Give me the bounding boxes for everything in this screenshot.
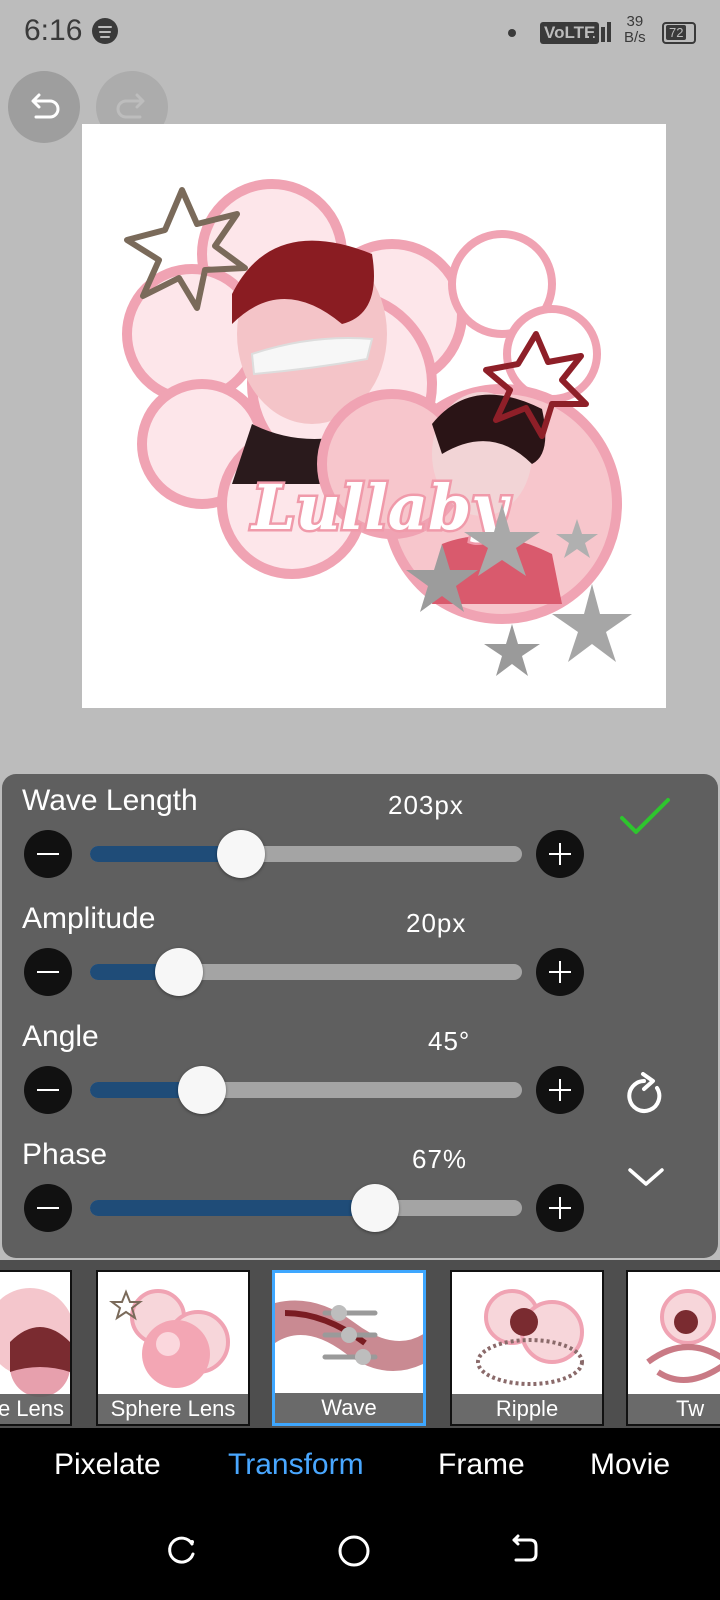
notification-dot-icon	[508, 29, 516, 37]
angle-slider-track[interactable]	[90, 1082, 522, 1098]
effect-thumbnails-strip[interactable]: e Lens Sphere Lens Wave Ripple Tw	[0, 1260, 720, 1428]
network-speed-value: 39	[626, 13, 644, 30]
clock: 6:16	[24, 14, 83, 47]
network-speed: 39 B/s	[624, 14, 646, 46]
effect-twirl[interactable]: Tw	[626, 1270, 720, 1426]
angle-decrease-button[interactable]	[24, 1066, 72, 1114]
tab-transform[interactable]: Transform	[228, 1448, 364, 1482]
amplitude-value: 20px	[406, 908, 467, 938]
spotify-icon	[92, 18, 118, 44]
twirl-label: Tw	[628, 1394, 720, 1424]
status-bar: 6:16 VoLTE 39 B/s 72	[0, 0, 720, 64]
wave-label: Wave	[275, 1393, 423, 1423]
collapse-panel-button[interactable]	[626, 1164, 666, 1190]
image-canvas[interactable]: Lullaby	[82, 124, 666, 708]
undo-button[interactable]	[8, 71, 80, 143]
phase-slider-track[interactable]	[90, 1200, 522, 1216]
chevron-down-icon	[628, 1168, 664, 1186]
angle-slider-thumb[interactable]	[178, 1066, 227, 1114]
redo-icon	[116, 93, 145, 119]
angle-increase-button[interactable]	[536, 1066, 584, 1114]
effect-ripple[interactable]: Ripple	[450, 1270, 604, 1426]
battery-level: 72	[666, 25, 687, 40]
wave-length-slider-thumb[interactable]	[217, 830, 266, 878]
back-icon[interactable]	[508, 1534, 540, 1566]
effect-wave[interactable]: Wave	[272, 1270, 426, 1426]
refresh-icon	[627, 1072, 662, 1113]
ripple-label: Ripple	[452, 1394, 602, 1424]
wave-settings-panel: Wave Length 203px Amplitude 20px Angle 4…	[2, 774, 718, 1258]
system-navigation-bar	[0, 1508, 720, 1600]
wave-length-decrease-button[interactable]	[24, 830, 72, 878]
angle-value: 45°	[428, 1026, 471, 1056]
phase-slider-thumb[interactable]	[351, 1184, 400, 1232]
network-speed-unit: B/s	[624, 29, 646, 46]
recent-apps-icon[interactable]	[166, 1534, 198, 1566]
amplitude-decrease-button[interactable]	[24, 948, 72, 996]
reset-button[interactable]	[624, 1072, 668, 1118]
phase-value: 67%	[412, 1144, 468, 1174]
phase-decrease-button[interactable]	[24, 1184, 72, 1232]
effect-sphere-lens[interactable]: Sphere Lens	[96, 1270, 250, 1426]
amplitude-slider-thumb[interactable]	[154, 948, 203, 996]
undo-icon	[31, 93, 60, 119]
effect-lens-label: e Lens	[0, 1394, 70, 1424]
phase-slider-fill	[90, 1200, 376, 1216]
home-icon[interactable]	[337, 1534, 371, 1568]
effect-lens[interactable]: e Lens	[0, 1270, 72, 1426]
amplitude-label: Amplitude	[22, 902, 156, 935]
wave-length-label: Wave Length	[22, 784, 198, 817]
category-tabs: Pixelate Transform Frame Movie	[0, 1428, 720, 1508]
signal-icon	[589, 20, 615, 42]
artwork-image: Lullaby	[122, 179, 632, 676]
wave-length-value: 203px	[388, 790, 464, 820]
angle-label: Angle	[22, 1020, 99, 1053]
wave-length-increase-button[interactable]	[536, 830, 584, 878]
tab-movie[interactable]: Movie	[590, 1448, 670, 1482]
amplitude-increase-button[interactable]	[536, 948, 584, 996]
tab-frame[interactable]: Frame	[438, 1448, 525, 1482]
battery-icon: 72	[662, 22, 696, 44]
phase-label: Phase	[22, 1138, 108, 1171]
sphere-lens-label: Sphere Lens	[98, 1394, 248, 1424]
tab-pixelate[interactable]: Pixelate	[54, 1448, 161, 1482]
apply-button[interactable]	[618, 794, 672, 838]
wave-length-slider-track[interactable]	[90, 846, 522, 862]
check-icon	[620, 798, 670, 834]
phase-increase-button[interactable]	[536, 1184, 584, 1232]
